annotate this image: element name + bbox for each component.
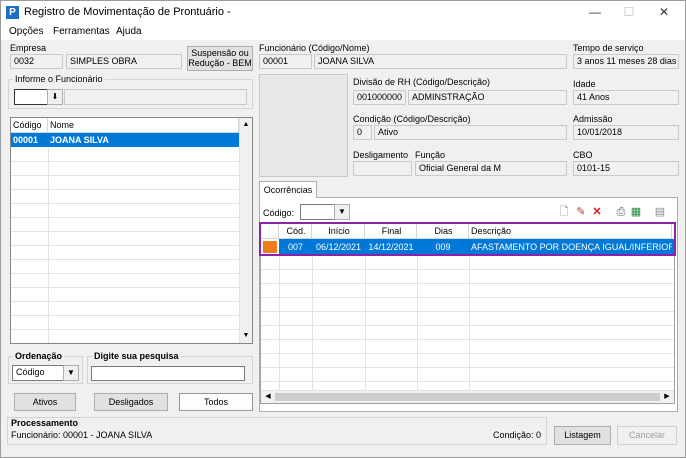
informe-code-input[interactable] <box>14 89 48 105</box>
condicao-label: Condição (Código/Descrição) <box>353 114 471 124</box>
edit-pencil-icon[interactable]: ✎ <box>574 205 588 219</box>
suspensao-line2: Redução - BEM <box>188 58 252 68</box>
desligamento-field <box>353 161 412 176</box>
chevron-down-icon[interactable]: ▼ <box>334 204 350 220</box>
ativos-button[interactable]: Ativos <box>14 393 76 411</box>
scroll-up-icon[interactable]: ▲ <box>240 119 252 131</box>
empresa-label: Empresa <box>10 43 47 53</box>
pesquisa-label: Digite sua pesquisa <box>92 351 181 361</box>
divisao-desc-field: ADMINSTRAÇÃO <box>408 90 567 105</box>
divisao-code-field: 001000000 <box>353 90 406 105</box>
informe-label: Informe o Funcionário <box>13 74 105 84</box>
menu-ajuda[interactable]: Ajuda <box>116 26 142 37</box>
tempo-servico-label: Tempo de serviço <box>573 43 644 53</box>
ocorrencias-codigo-label: Código: <box>263 208 295 218</box>
maximize-icon[interactable]: ☐ <box>611 1 647 24</box>
ocorrencias-codigo-input[interactable] <box>300 204 335 220</box>
scroll-left-icon[interactable]: ◀ <box>262 391 274 403</box>
ordenacao-select[interactable]: Código <box>12 365 64 381</box>
suspensao-line1: Suspensão ou <box>191 48 249 58</box>
print-icon[interactable]: ⎙ <box>614 205 628 219</box>
empresa-code-field[interactable]: 0032 <box>10 54 63 69</box>
export-excel-icon[interactable]: ▦ <box>629 205 643 219</box>
condicao-code-field: 0 <box>353 125 372 140</box>
empresa-name-field: SIMPLES OBRA <box>66 54 182 69</box>
processamento-condicao: Condição: 0 <box>493 430 542 440</box>
report-icon[interactable]: ▤ <box>653 205 667 219</box>
idade-label: Idade <box>573 79 596 89</box>
todos-button[interactable]: Todos <box>179 393 253 411</box>
employee-scrollbar[interactable]: ▲ ▼ <box>239 118 252 343</box>
scroll-thumb[interactable] <box>275 393 660 401</box>
delete-icon[interactable]: ✕ <box>590 205 604 219</box>
title-bar: P Registro de Movimentação de Prontuário… <box>1 1 685 24</box>
employee-grid[interactable]: Código Nome 00001 JOANA SILVA ▲ ▼ <box>10 117 253 344</box>
scroll-down-icon[interactable]: ▼ <box>240 330 252 342</box>
main-window: P Registro de Movimentação de Prontuário… <box>0 0 686 458</box>
tab-ocorrencias[interactable]: Ocorrências <box>259 181 317 198</box>
employee-col-codigo[interactable]: Código <box>11 118 48 133</box>
admissao-field: 10/01/2018 <box>573 125 679 140</box>
processamento-group: Processamento Funcionário: 00001 - JOANA… <box>7 417 547 445</box>
processamento-funcionario: Funcionário: 00001 - JOANA SILVA <box>11 430 153 440</box>
cancelar-button[interactable]: Cancelar <box>617 426 677 445</box>
processamento-label: Processamento <box>11 418 79 428</box>
ocorrencias-hscrollbar[interactable]: ◀ ▶ <box>261 390 674 403</box>
window-title: Registro de Movimentação de Prontuário - <box>24 6 231 18</box>
download-icon[interactable]: ⬇ <box>47 89 63 105</box>
app-logo-icon: P <box>6 6 19 19</box>
cbo-label: CBO <box>573 150 593 160</box>
table-row[interactable]: 00001 JOANA SILVA <box>11 133 239 147</box>
suspensao-button[interactable]: Suspensão ou Redução - BEM <box>187 46 253 71</box>
funcionario-name-field: JOANA SILVA <box>314 54 567 69</box>
cbo-field: 0101-15 <box>573 161 679 176</box>
condicao-desc-field: Ativo <box>374 125 567 140</box>
employee-photo <box>259 74 348 177</box>
employee-col-nome[interactable]: Nome <box>48 118 239 133</box>
desligamento-label: Desligamento <box>353 150 409 160</box>
divisao-label: Divisão de RH (Código/Descrição) <box>353 77 491 87</box>
listagem-button[interactable]: Listagem <box>554 426 611 445</box>
desligados-button[interactable]: Desligados <box>94 393 168 411</box>
chevron-down-icon[interactable]: ▼ <box>63 365 79 381</box>
menu-ferramentas[interactable]: Ferramentas <box>53 26 110 37</box>
ordenacao-label: Ordenação <box>13 351 65 361</box>
admissao-label: Admissão <box>573 114 613 124</box>
row-highlight-frame <box>259 222 676 256</box>
funcao-field: Oficial General da M <box>415 161 567 176</box>
idade-field: 41 Anos <box>573 90 679 105</box>
funcao-label: Função <box>415 150 446 160</box>
employee-row-codigo: 00001 <box>13 135 39 145</box>
funcionario-label: Funcionário (Código/Nome) <box>259 43 370 53</box>
minimize-icon[interactable]: — <box>577 1 613 24</box>
menu-opcoes[interactable]: Opções <box>9 26 43 37</box>
scroll-right-icon[interactable]: ▶ <box>661 391 673 403</box>
funcionario-code-field: 00001 <box>259 54 312 69</box>
menu-bar: Opções Ferramentas Ajuda <box>1 24 685 40</box>
tempo-servico-field: 3 anos 11 meses 28 dias <box>573 54 679 69</box>
informe-name-field <box>64 89 247 105</box>
employee-row-nome: JOANA SILVA <box>50 135 109 145</box>
new-document-icon[interactable]: 🗋 <box>557 205 571 219</box>
search-input[interactable] <box>91 366 245 381</box>
close-icon[interactable]: ✕ <box>646 1 682 24</box>
